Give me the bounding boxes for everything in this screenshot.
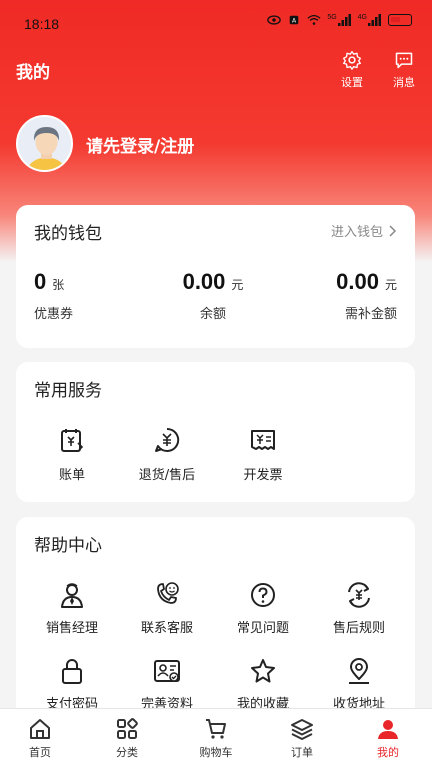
coupon-stat[interactable]: 0张 优惠券 (34, 269, 73, 322)
after-sales-rules-icon (348, 582, 370, 608)
status-icons: A 5G 4G (267, 14, 412, 26)
signal-5g-icon: 5G (327, 14, 351, 26)
profile-icon (378, 720, 398, 739)
signal-4g-icon: 4G (358, 14, 382, 26)
profile-card-icon (154, 660, 180, 682)
settings-label: 设置 (341, 76, 363, 89)
help-center-card: 帮助中心 销售经理 联系客服 常见问题 售后规则 支付密码 完善资料 我的收藏 … (16, 517, 415, 717)
refund-label: 退货/售后 (138, 468, 196, 483)
wallet-card: 我的钱包 进入钱包 0张 优惠券 0.00 元 余额 0.00 元 需补金额 (16, 205, 415, 348)
invoice-label: 开发票 (243, 468, 283, 483)
sales-manager-icon (61, 583, 83, 608)
bill-button[interactable]: 账单 (32, 426, 112, 483)
amount-due-unit: 元 (384, 278, 397, 292)
status-time: 18:18 (24, 16, 60, 32)
chevron-right-icon (389, 224, 397, 237)
star-icon (251, 659, 275, 683)
sales-manager-button[interactable]: 销售经理 (27, 581, 117, 636)
tab-orders[interactable]: 订单 (272, 717, 332, 760)
invoice-icon (251, 430, 275, 450)
tab-orders-label: 订单 (291, 746, 313, 759)
avatar[interactable] (16, 115, 73, 172)
bottom-tab-bar: 首页 分类 购物车 订单 我的 (0, 708, 432, 768)
after-sales-rules-button[interactable]: 售后规则 (314, 581, 404, 636)
contact-service-label: 联系客服 (140, 621, 193, 636)
amount-due-value: 0.00 (336, 269, 379, 294)
tab-profile-label: 我的 (377, 746, 399, 759)
tab-cart[interactable]: 购物车 (186, 717, 246, 760)
coupon-unit: 张 (52, 278, 65, 292)
cart-icon (206, 719, 226, 739)
tab-category-label: 分类 (116, 746, 138, 759)
wifi-icon (307, 14, 321, 25)
tab-cart-label: 购物车 (199, 746, 233, 759)
eye-icon (267, 15, 282, 25)
enter-wallet-label: 进入钱包 (330, 225, 383, 240)
refund-button[interactable]: 退货/售后 (127, 426, 207, 483)
tab-profile[interactable]: 我的 (358, 717, 418, 760)
alarm-icon: A (290, 15, 299, 25)
gear-icon (343, 51, 361, 70)
amount-due-stat[interactable]: 0.00 元 需补金额 (336, 269, 397, 322)
amount-due-label: 需补金额 (344, 307, 397, 322)
bill-icon (61, 429, 84, 452)
services-card: 常用服务 账单 退货/售后 开发票 (16, 362, 415, 502)
enter-wallet-link[interactable]: 进入钱包 (331, 221, 397, 240)
messages-label: 消息 (393, 76, 415, 89)
wallet-title: 我的钱包 (34, 224, 102, 244)
invoice-button[interactable]: 开发票 (223, 426, 303, 483)
faq-label: 常见问题 (236, 621, 289, 636)
messages-button[interactable]: 消息 (384, 50, 424, 90)
coupon-count: 0 (34, 269, 47, 294)
bill-label: 账单 (58, 468, 85, 483)
coupon-label: 优惠券 (34, 307, 74, 322)
after-sales-rules-label: 售后规则 (332, 621, 385, 636)
tab-home[interactable]: 首页 (10, 717, 70, 760)
location-icon (349, 658, 369, 684)
category-icon (117, 718, 138, 739)
status-bar: 18:18 A 5G 4G (0, 0, 432, 46)
orders-icon (291, 719, 313, 740)
balance-unit: 元 (231, 278, 244, 292)
tab-category[interactable]: 分类 (97, 717, 157, 760)
faq-button[interactable]: 常见问题 (218, 581, 308, 636)
page-title: 我的 (16, 63, 50, 83)
customer-service-icon (157, 582, 179, 604)
battery-icon (388, 14, 412, 26)
login-register-link[interactable]: 请先登录/注册 (86, 132, 194, 157)
settings-button[interactable]: 设置 (332, 50, 372, 90)
services-title: 常用服务 (34, 381, 102, 401)
balance-label: 余额 (199, 307, 226, 322)
shipping-address-button[interactable]: 收货地址 (314, 657, 404, 712)
help-title: 帮助中心 (34, 536, 102, 556)
question-icon (251, 583, 275, 607)
lock-icon (62, 659, 82, 684)
message-icon (395, 52, 413, 69)
balance-value: 0.00 (182, 269, 226, 294)
refund-icon (155, 427, 180, 452)
favorites-button[interactable]: 我的收藏 (218, 657, 308, 712)
contact-service-button[interactable]: 联系客服 (122, 581, 212, 636)
payment-password-button[interactable]: 支付密码 (27, 657, 117, 712)
tab-home-label: 首页 (29, 746, 51, 759)
home-icon (30, 719, 50, 739)
sales-manager-label: 销售经理 (45, 621, 98, 636)
balance-stat[interactable]: 0.00 元 余额 (173, 269, 253, 322)
complete-profile-button[interactable]: 完善资料 (122, 657, 212, 712)
